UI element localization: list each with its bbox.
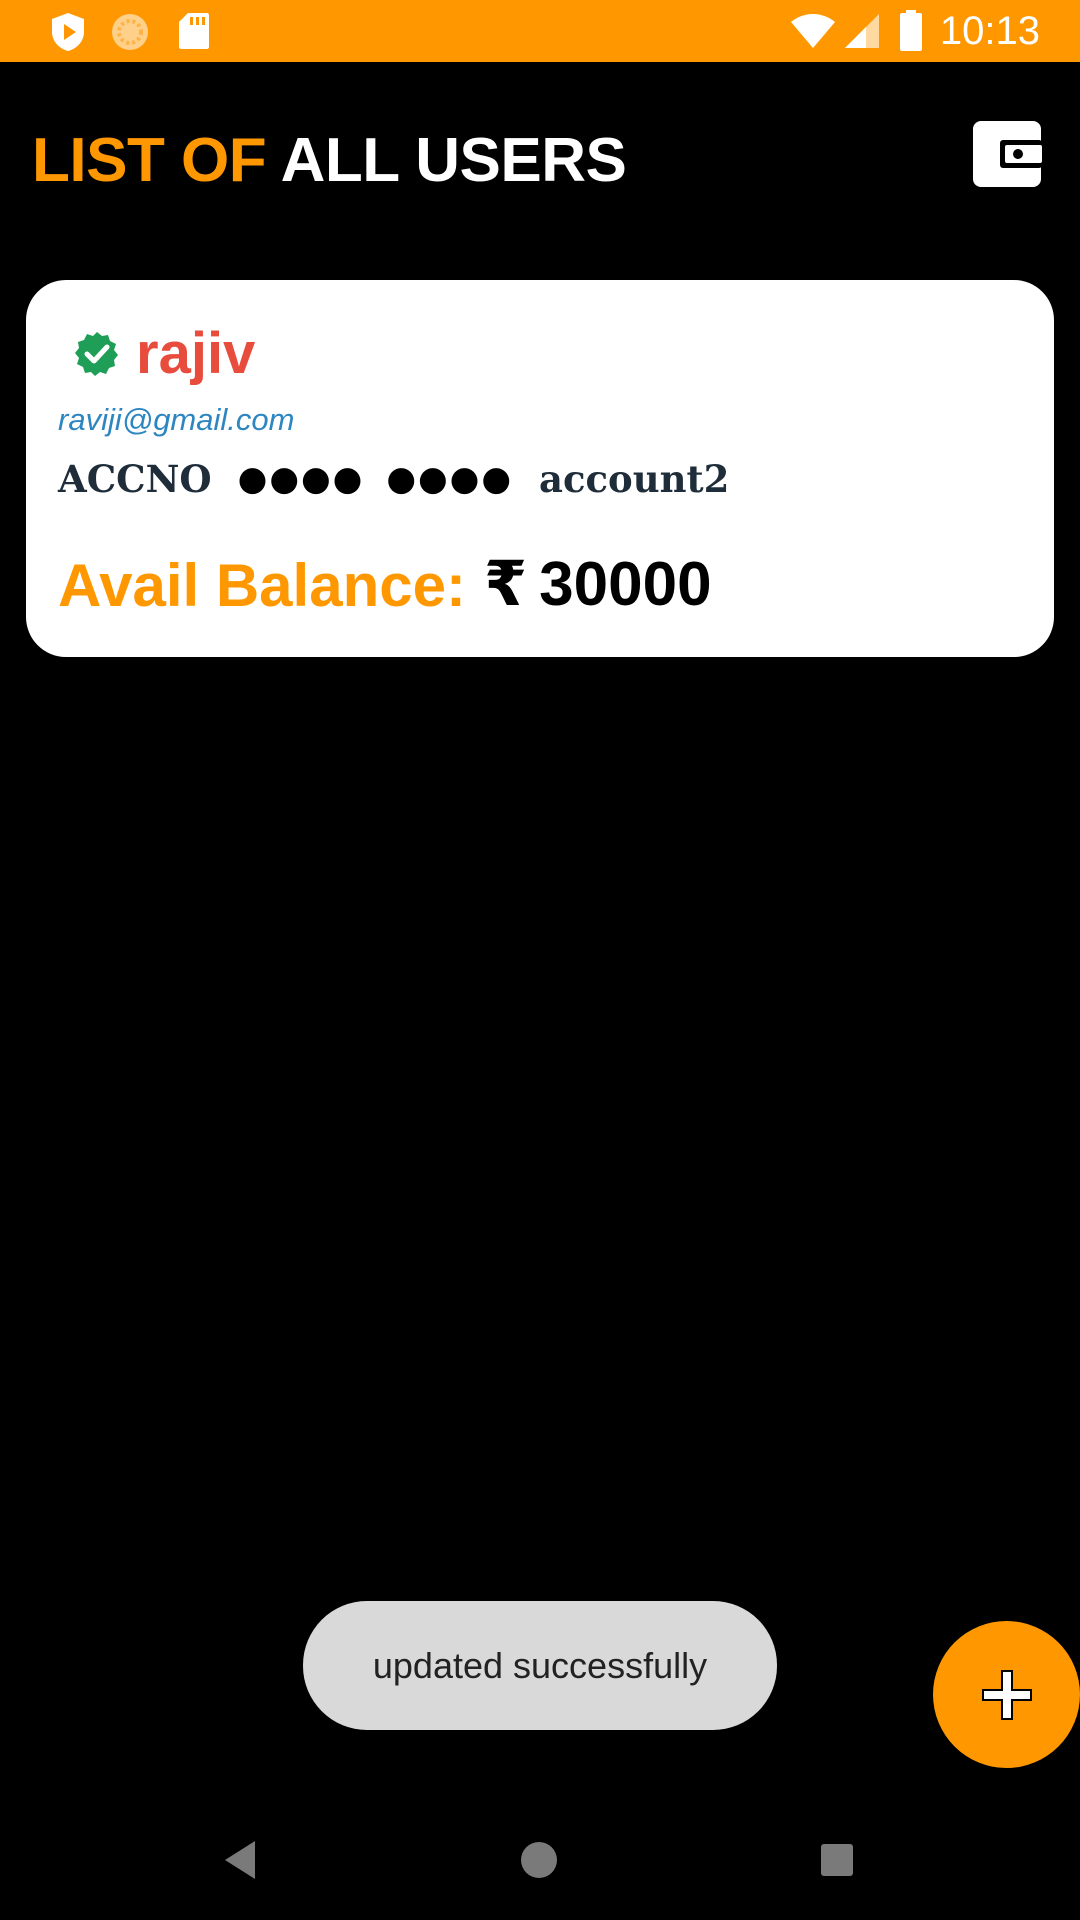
sd-card-icon [178,12,210,55]
battery-icon [899,10,923,57]
home-icon [521,1842,557,1878]
account-number-row: ACCNO ●●●● ●●●● account2 [58,452,729,506]
plus-icon [982,1670,1032,1720]
balance-value: ₹30000 [484,548,712,622]
home-button[interactable] [512,1833,566,1887]
user-email: raviji@gmail.com [58,402,295,437]
status-bar: 10:13 [0,0,1080,62]
play-protect-icon [50,12,86,57]
system-nav-bar [0,1800,1080,1920]
wifi-icon [790,13,836,54]
recents-button[interactable] [810,1833,864,1887]
add-user-fab[interactable] [933,1621,1080,1768]
toast-text: updated successfully [372,1644,708,1686]
balance-label: Avail Balance: [58,552,466,619]
signal-icon [844,13,880,54]
currency-symbol: ₹ [484,550,528,619]
recents-icon [821,1844,853,1876]
user-card[interactable]: rajiv raviji@gmail.com ACCNO ●●●● ●●●● a… [26,280,1054,657]
verified-check-icon [74,331,120,377]
back-button[interactable] [215,1833,269,1887]
account-mask: ●●●● [386,459,513,499]
account-label: ACCNO [58,457,212,501]
page-title: LIST OF ALL USERS [32,124,627,198]
wallet-icon [973,121,1042,187]
back-icon [225,1841,255,1879]
sync-circle-icon [110,12,150,57]
app-screen: 10:13 LIST OF ALL USERS rajiv raviji@gma… [0,0,1080,1920]
user-name: rajiv [136,321,256,386]
toast-message: updated successfully [303,1601,777,1730]
page-title-rest: ALL USERS [280,126,627,195]
account-id: account2 [539,457,730,501]
page-title-highlight: LIST OF [32,126,267,195]
balance-amount: 30000 [539,550,712,619]
account-mask: ●●●● [237,459,365,499]
wallet-button[interactable] [972,120,1042,188]
status-time: 10:13 [939,9,1040,53]
